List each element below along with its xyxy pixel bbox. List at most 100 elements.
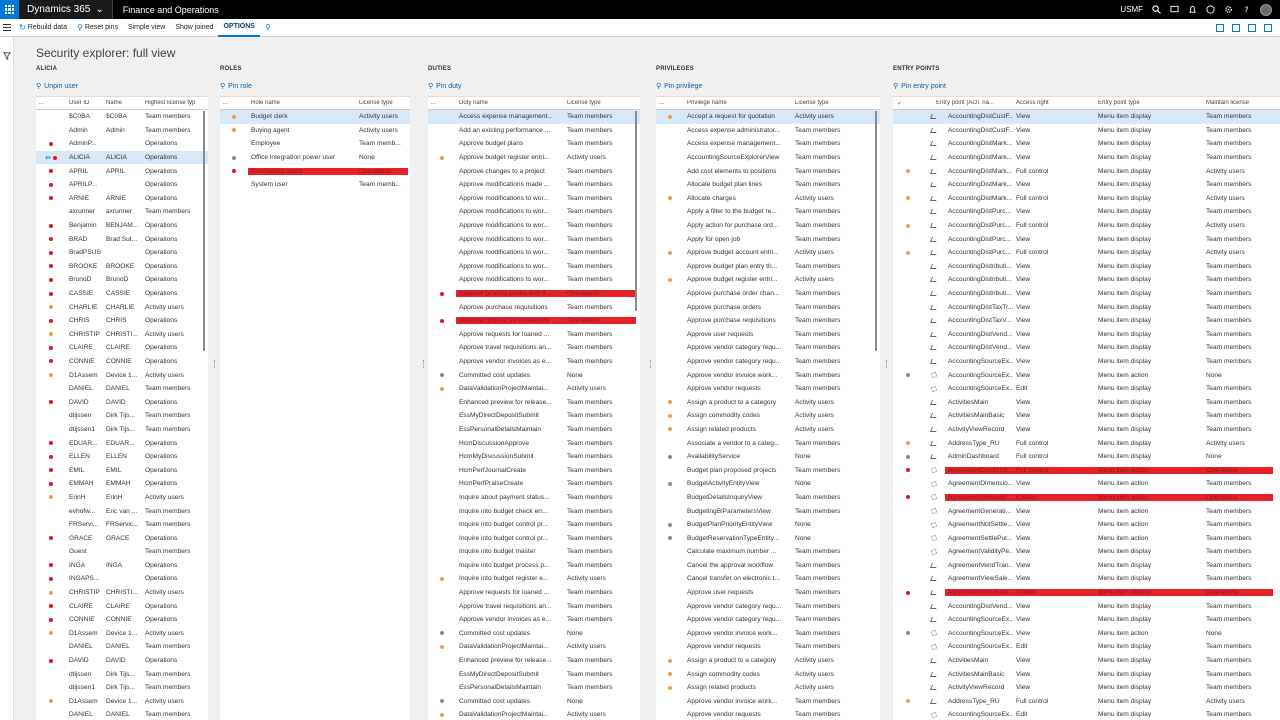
table-row[interactable]: $C0BA $C0BA Team members xyxy=(36,110,208,124)
table-row[interactable]: Inquire about payment status... Team memb… xyxy=(428,491,640,505)
table-row[interactable]: Budget plan proposed projects Team member… xyxy=(656,463,880,477)
column-header[interactable]: Duty name xyxy=(456,100,564,106)
table-row[interactable]: AdminDashboard Full control Menu item disp… xyxy=(893,450,1280,464)
table-row[interactable]: AccountingSourceEx... Edit Menu item displ… xyxy=(893,640,1280,654)
table-row[interactable]: dtijssen Dirk Tijs... Team members xyxy=(36,667,208,681)
table-row[interactable]: ActivitiesMainBasic View Menu item display… xyxy=(893,409,1280,423)
table-row[interactable]: Inquire into budget control pr... Team me… xyxy=(428,531,640,545)
table-row[interactable]: D1Assem Device 1... Activity users xyxy=(36,695,208,709)
table-row[interactable]: Approve requests for loaned ... Team memb… xyxy=(428,328,640,342)
table-row[interactable]: BudgetActivityEntityView None xyxy=(656,477,880,491)
table-row[interactable]: Approve vendor requests Team members xyxy=(656,640,880,654)
table-row[interactable]: HcmPerfJournalCreate Team members xyxy=(428,463,640,477)
table-row[interactable]: ActivitiesMain View Menu item display Team … xyxy=(893,654,1280,668)
table-row[interactable]: ActivitiesMain View Menu item display Team … xyxy=(893,395,1280,409)
table-row[interactable]: Approve vendor invoices as e... Team memb… xyxy=(428,355,640,369)
table-row[interactable]: D1Assem Device 1... Activity users xyxy=(36,368,208,382)
table-row[interactable]: Access expense management... Team members xyxy=(656,137,880,151)
table-row[interactable]: AccountingSourceEx... View Menu item actio… xyxy=(893,368,1280,382)
table-row[interactable]: Access expense administrator... Team memb… xyxy=(656,124,880,138)
table-row[interactable]: AgreementGenerati... View Menu item action… xyxy=(893,504,1280,518)
attachment-icon[interactable] xyxy=(1232,23,1240,32)
table-row[interactable]: CLAIRE CLAIRE Operations xyxy=(36,599,208,613)
table-row[interactable]: CONNIE CONNIE Operations xyxy=(36,355,208,369)
table-row[interactable]: EssMyDirectDepositSubmit Team members xyxy=(428,667,640,681)
table-row[interactable]: AccountingDistVend... View Menu item displ… xyxy=(893,341,1280,355)
table-row[interactable]: AccountingDistTaxTr... View Menu item disp… xyxy=(893,300,1280,314)
table-row[interactable]: CHARLIE CHARLIE Activity users xyxy=(36,300,208,314)
table-row[interactable]: Approve vendor invoice work... Team membe… xyxy=(656,368,880,382)
table-row[interactable]: INGA INGA Operations xyxy=(36,559,208,573)
table-row[interactable]: AccountingDistPurc... Full control Menu it… xyxy=(893,219,1280,233)
table-row[interactable]: Associate a vendor to a categ... Team mem… xyxy=(656,436,880,450)
table-row[interactable]: ⇚ ALICIA ALICIA Operations xyxy=(36,150,208,165)
unpin-user-button[interactable]: ⚲ Unpin user xyxy=(36,78,208,94)
table-row[interactable]: AgreementNotSettle... View Menu item actio… xyxy=(893,518,1280,532)
table-row[interactable]: AccountingDistPurc... Full control Menu it… xyxy=(893,246,1280,260)
panel-splitter[interactable] xyxy=(650,360,652,368)
table-row[interactable]: Approve travel requisitions an... Team me… xyxy=(428,599,640,613)
table-row[interactable]: Admin Admin Team members xyxy=(36,124,208,138)
table-row[interactable]: BRAD Brad Sut... Operations xyxy=(36,232,208,246)
column-header[interactable]: Maintain license xyxy=(1203,100,1273,106)
table-row[interactable]: AccountingDistPurc... View Menu item displ… xyxy=(893,232,1280,246)
column-header[interactable]: Entry point (AOT na... xyxy=(933,100,1013,106)
table-row[interactable]: HcmDiscussionApprove Team members xyxy=(428,436,640,450)
table-row[interactable]: Add an existing performance ... Team memb… xyxy=(428,124,640,138)
message-icon[interactable] xyxy=(1170,5,1179,14)
table-row[interactable]: DANIEL DANIEL Team members xyxy=(36,708,208,720)
table-row[interactable]: DataValidationProjectMaintai... Activity … xyxy=(428,640,640,654)
table-row[interactable]: Approve vendor category requ... Team memb… xyxy=(656,341,880,355)
table-row[interactable]: AccountingSourceEx... Edit Menu item displ… xyxy=(893,382,1280,396)
table-row[interactable]: AvailabilityService None xyxy=(656,450,880,464)
table-row[interactable]: Committed cost updates None xyxy=(428,695,640,709)
help-icon[interactable]: ? xyxy=(1242,5,1251,14)
table-row[interactable]: Approve budget account entri... Activity … xyxy=(656,246,880,260)
table-row[interactable]: Assign commodity codes Activity users xyxy=(656,409,880,423)
reset-pins-button[interactable]: ⚲ Reset pins xyxy=(72,19,123,37)
table-row[interactable]: DataValidationProjectMaintai... Activity … xyxy=(428,382,640,396)
table-row[interactable]: AgreementConfirmS... Full control Menu ite… xyxy=(893,463,1280,477)
table-row[interactable]: AgreementViewSale... Create Menu item disp… xyxy=(893,586,1280,600)
table-row[interactable]: FRServi... FRServic... Team members xyxy=(36,518,208,532)
table-row[interactable]: AddressType_RU Full control Menu item disp… xyxy=(893,695,1280,709)
table-row[interactable]: BudgetReservationTypeEntity... None xyxy=(656,531,880,545)
table-row[interactable]: Approve vendor category requ... Team memb… xyxy=(656,613,880,627)
table-row[interactable]: Purchasing agent Operations xyxy=(220,164,410,178)
table-row[interactable]: AccountingDistributi... View Menu item dis… xyxy=(893,260,1280,274)
table-row[interactable]: Benjamin BENJAM... Operations xyxy=(36,219,208,233)
table-row[interactable]: Cancel transfer on electronic t... Team m… xyxy=(656,572,880,586)
table-row[interactable]: DAVID DAVID Operations xyxy=(36,395,208,409)
table-row[interactable]: Approve modifications to wor... Team memb… xyxy=(428,219,640,233)
table-row[interactable]: AddressType_RU Full control Menu item disp… xyxy=(893,436,1280,450)
table-row[interactable]: BudgetPlanPriorityEntityView None xyxy=(656,518,880,532)
panel-splitter[interactable] xyxy=(423,360,425,368)
table-row[interactable]: Approve budget register entri... Activity… xyxy=(428,151,640,165)
vertical-scrollbar[interactable] xyxy=(203,111,205,351)
table-row[interactable]: Approve product prices and d... Operation… xyxy=(428,287,640,301)
pin-duty-button[interactable]: ⚲ Pin duty xyxy=(428,78,640,94)
table-row[interactable]: Approve user requests Team members xyxy=(656,328,880,342)
table-row[interactable]: Approve modifications to wor... Team memb… xyxy=(428,205,640,219)
table-row[interactable]: GRACE GRACE Operations xyxy=(36,531,208,545)
table-row[interactable]: Calculate maximum number ... Team members xyxy=(656,545,880,559)
table-row[interactable]: Allocate charges Activity users xyxy=(656,192,880,206)
table-row[interactable]: Inquire into budget control pr... Team me… xyxy=(428,518,640,532)
table-row[interactable]: Approve modifications to wor... Team memb… xyxy=(428,192,640,206)
panel-splitter[interactable] xyxy=(886,360,888,368)
table-row[interactable]: Access expense management... Team members xyxy=(428,110,640,124)
table-row[interactable]: Employee Team memb... xyxy=(220,137,410,151)
table-row[interactable]: Add cost elements to positions Team membe… xyxy=(656,164,880,178)
table-row[interactable]: AccountingSourceEx... View Menu item displ… xyxy=(893,613,1280,627)
table-row[interactable]: CHRIS CHRIS Operations xyxy=(36,314,208,328)
table-row[interactable]: AccountingDistMark... Full control Menu it… xyxy=(893,164,1280,178)
smiley-icon[interactable] xyxy=(1206,5,1215,14)
action-search-button[interactable]: ⚲ xyxy=(260,19,276,37)
table-row[interactable]: BROOKE BROOKE Operations xyxy=(36,260,208,274)
table-row[interactable]: AccountingSourceExplorerView Team members xyxy=(656,151,880,165)
table-row[interactable]: AccountingDistMark... View Menu item displ… xyxy=(893,151,1280,165)
table-row[interactable]: DataValidationProjectMaintai... Activity … xyxy=(428,708,640,720)
table-row[interactable]: System user Team memb... xyxy=(220,178,410,192)
column-header[interactable]: Role name xyxy=(248,100,356,106)
table-row[interactable]: Approve modifications to wor... Team memb… xyxy=(428,246,640,260)
